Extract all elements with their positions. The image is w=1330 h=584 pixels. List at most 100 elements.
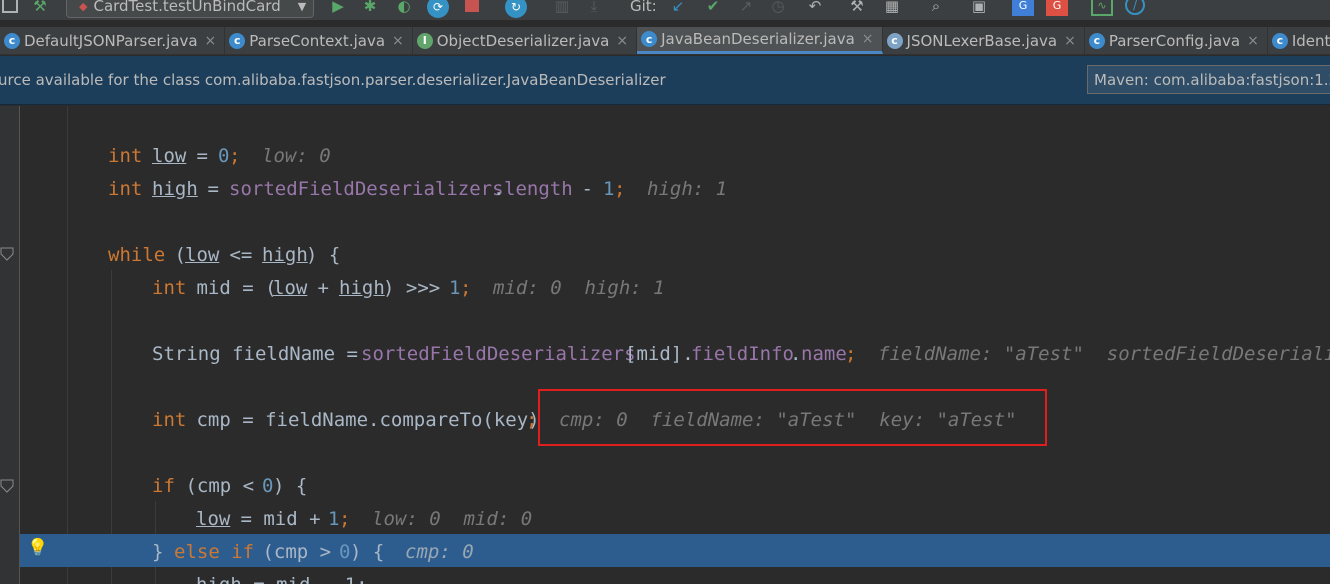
- code-text: = mid +: [229, 508, 332, 530]
- lightbulb-icon[interactable]: 💡: [27, 538, 48, 558]
- paren: ) {: [306, 244, 341, 266]
- code-text: String fieldName =: [152, 343, 370, 365]
- close-icon[interactable]: ×: [1064, 33, 1076, 49]
- sdk-icon[interactable]: ▣: [968, 0, 990, 16]
- class-icon: c: [641, 31, 658, 47]
- keyword-while: while: [108, 244, 166, 266]
- translate-alt-icon[interactable]: G: [1046, 0, 1068, 16]
- inline-debug-value: high: 1: [647, 178, 728, 200]
- translate-icon[interactable]: G: [1012, 0, 1034, 16]
- number-literal: 1: [328, 508, 340, 530]
- close-icon[interactable]: ×: [862, 31, 874, 47]
- semicolon: ;: [845, 343, 857, 365]
- chevron-down-icon: ▼: [297, 0, 307, 13]
- tab-json-lexer-base[interactable]: c JSONLexerBase.java ×: [883, 27, 1085, 54]
- stop-icon[interactable]: [465, 0, 479, 12]
- inline-debug-value: cmp: 0: [405, 541, 474, 563]
- vcs-commit-icon[interactable]: ✔: [703, 0, 723, 16]
- semicolon: ;: [460, 277, 472, 299]
- tab-label: JSONLexerBase.java: [906, 31, 1058, 50]
- tab-parser-config[interactable]: c ParserConfig.java ×: [1085, 27, 1268, 54]
- main-toolbar: ⚒ ◆ CardTest.testUnBindCard ▼ ▶ ✱ ◐ ⟳ ↻ …: [0, 0, 1330, 20]
- field-reference: sortedFieldDeserializers: [229, 178, 504, 200]
- close-icon[interactable]: ×: [392, 33, 404, 49]
- tab-default-json-parser[interactable]: c DefaultJSONParser.java ×: [0, 27, 226, 54]
- dot: .: [790, 343, 802, 365]
- number-literal: 0: [262, 475, 274, 497]
- cancel-icon[interactable]: /: [1125, 0, 1145, 15]
- run-icon[interactable]: ▶: [328, 0, 348, 16]
- code-text: [mid].: [625, 343, 694, 365]
- operator: +: [306, 277, 341, 299]
- abstract-class-icon: c: [886, 32, 903, 49]
- decompiled-source-banner: urce available for the class com.alibaba…: [0, 56, 1330, 105]
- inline-debug-value: low: 0: [262, 145, 331, 167]
- keyword-int: int: [152, 277, 187, 299]
- code-text: cmp = fieldName.compareTo(key): [185, 409, 540, 431]
- tab-label: ParserConfig.java: [1108, 31, 1241, 50]
- class-icon: c: [1088, 32, 1105, 49]
- fold-marker-icon[interactable]: [0, 479, 14, 493]
- field-reference: name: [801, 343, 847, 365]
- refresh-icon[interactable]: ↻: [505, 0, 527, 18]
- semicolon: ;: [614, 178, 626, 200]
- maven-library-selector[interactable]: Maven: com.alibaba:fastjson:1.2.: [1087, 65, 1330, 94]
- fold-marker-icon[interactable]: [0, 247, 14, 261]
- variable-high: high: [152, 178, 198, 200]
- class-icon: c: [1271, 32, 1288, 49]
- git-label: Git:: [630, 0, 657, 15]
- variable-high: high: [339, 277, 385, 299]
- operator: =: [185, 145, 220, 167]
- tab-label: DefaultJSONParser.java: [24, 31, 198, 50]
- profiler-icon[interactable]: ⟳: [427, 0, 449, 18]
- code-text: (cmp >: [251, 541, 343, 563]
- keyword-if: if: [152, 475, 175, 497]
- run-config-label: CardTest.testUnBindCard: [93, 0, 281, 15]
- keyword-int: int: [108, 178, 143, 200]
- revert-icon[interactable]: ↶: [805, 0, 825, 16]
- paren: ) {: [273, 475, 308, 497]
- field-reference: sortedFieldDeserializers: [361, 343, 636, 365]
- close-icon[interactable]: ×: [205, 33, 217, 49]
- number-literal: 1: [603, 178, 615, 200]
- variable-low: low: [185, 244, 220, 266]
- class-icon: c: [4, 32, 20, 49]
- tab-ident[interactable]: c Ident: [1268, 27, 1330, 54]
- code-text: mid = (: [185, 277, 277, 299]
- inline-debug-value: low: 0 mid: 0: [372, 508, 533, 530]
- vcs-push-icon: ↗: [739, 0, 753, 15]
- coverage-icon[interactable]: ◐: [394, 0, 414, 16]
- run-config-icon: ◆: [79, 0, 88, 13]
- vcs-update-disabled-icon: ▥: [554, 0, 570, 15]
- paren: (: [163, 244, 186, 266]
- highlight-annotation-box: [538, 389, 1047, 446]
- monitor-icon[interactable]: ∿: [1091, 0, 1113, 16]
- field-reference: fieldInfo: [691, 343, 794, 365]
- editor-gutter[interactable]: [0, 106, 20, 584]
- variable-low: low: [196, 508, 231, 530]
- window-icon[interactable]: [2, 0, 18, 13]
- vcs-update-icon[interactable]: ↙: [668, 0, 688, 16]
- keyword-int: int: [152, 409, 187, 431]
- code-editor[interactable]: 💡 int low = 0 ; low: 0 int high = sorted…: [0, 106, 1330, 584]
- interface-icon: I: [416, 32, 433, 49]
- keyword-else-if: else if: [174, 541, 255, 563]
- tab-parse-context[interactable]: c ParseContext.java ×: [225, 27, 413, 54]
- tab-object-deserializer[interactable]: I ObjectDeserializer.java ×: [413, 27, 638, 54]
- history-icon: ◷: [771, 0, 785, 15]
- keyword-int: int: [108, 145, 143, 167]
- hammer-icon[interactable]: ⚒: [30, 0, 50, 16]
- dot: .: [493, 178, 505, 200]
- close-icon[interactable]: ×: [616, 33, 628, 49]
- variable-low: low: [273, 277, 308, 299]
- code-text: (cmp <: [174, 475, 266, 497]
- debug-icon[interactable]: ✱: [360, 0, 380, 16]
- tab-java-bean-deserializer[interactable]: c JavaBeanDeserializer.java ×: [637, 27, 883, 54]
- project-structure-icon[interactable]: ▦: [881, 0, 903, 16]
- run-configuration-select[interactable]: ◆ CardTest.testUnBindCard ▼: [66, 0, 314, 18]
- search-icon[interactable]: ⌕: [926, 0, 946, 16]
- number-literal: 0: [339, 541, 351, 563]
- semicolon: ;: [526, 409, 538, 431]
- close-icon[interactable]: ×: [1247, 33, 1259, 49]
- wrench-icon[interactable]: ⚒: [847, 0, 867, 16]
